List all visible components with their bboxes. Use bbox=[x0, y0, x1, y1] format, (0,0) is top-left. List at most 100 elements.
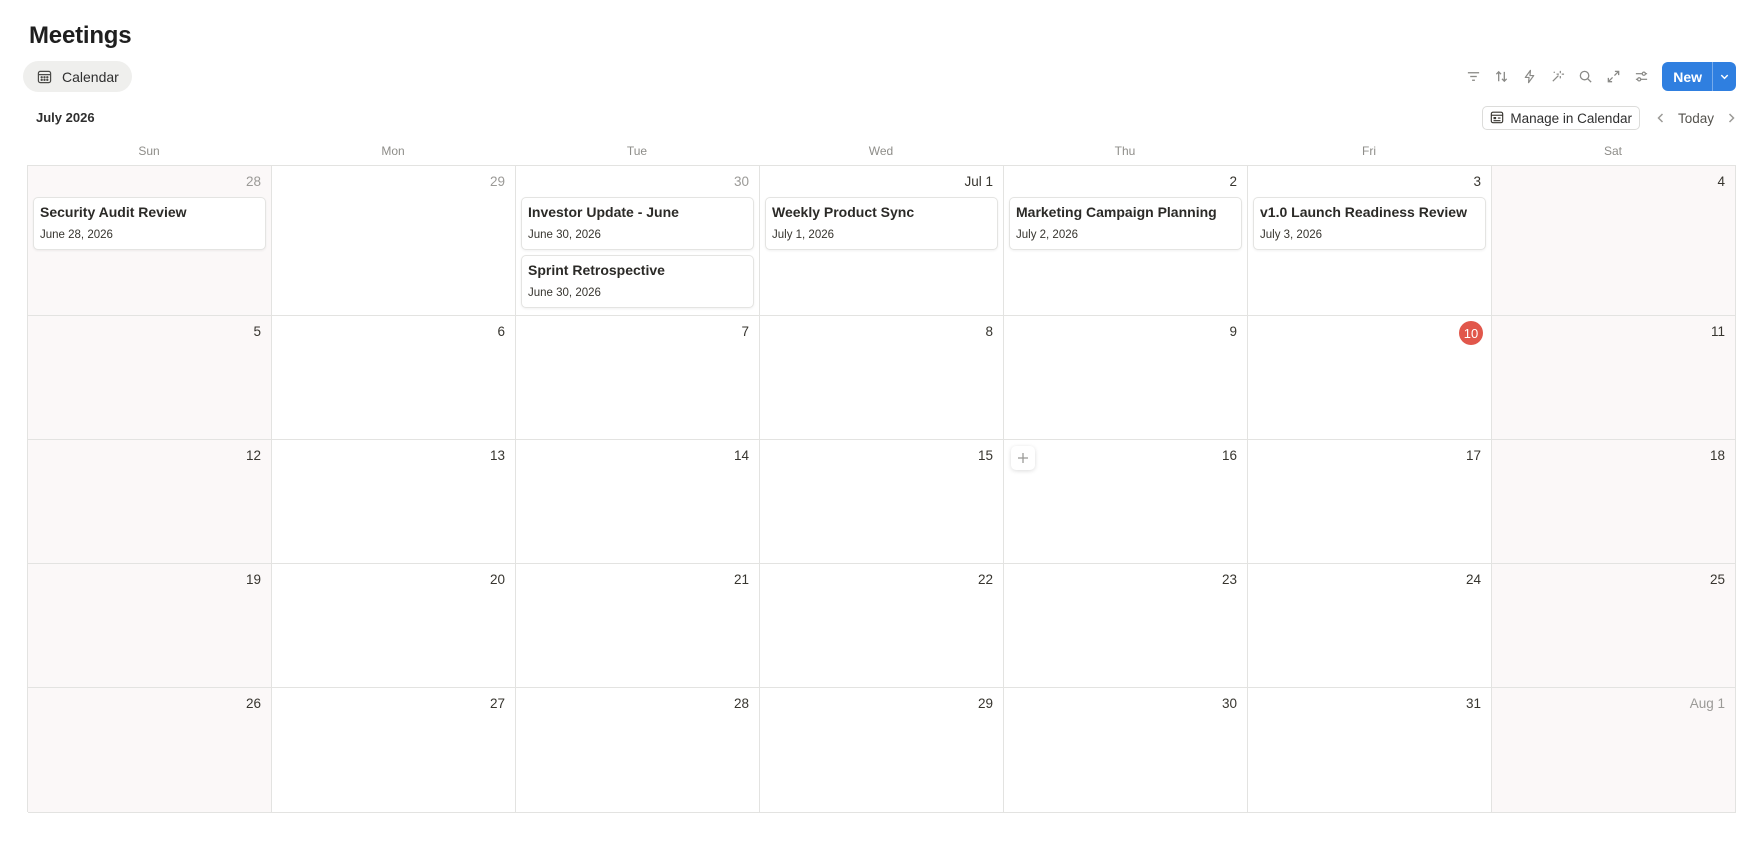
today-button[interactable]: Today bbox=[1672, 111, 1720, 126]
day-number: 23 bbox=[1221, 572, 1237, 587]
day-cell[interactable]: 29 bbox=[760, 688, 1004, 813]
day-cell[interactable]: 19 bbox=[28, 564, 272, 688]
day-cell[interactable]: 18 bbox=[1492, 440, 1736, 564]
calendar-navigation: Manage in Calendar Today bbox=[1482, 106, 1742, 130]
day-number: Jul 1 bbox=[964, 174, 993, 189]
event-list: Security Audit Review June 28, 2026 bbox=[33, 197, 266, 250]
day-number: 27 bbox=[489, 696, 505, 711]
day-cell[interactable]: 17 bbox=[1248, 440, 1492, 564]
event-list: Investor Update - June June 30, 2026 Sprin… bbox=[521, 197, 754, 308]
day-cell[interactable]: 23 bbox=[1004, 564, 1248, 688]
day-cell[interactable]: 14 bbox=[516, 440, 760, 564]
event-date: June 28, 2026 bbox=[40, 229, 113, 241]
expand-icon[interactable] bbox=[1599, 63, 1627, 91]
event-title: Investor Update - June bbox=[528, 204, 679, 220]
day-number: 28 bbox=[733, 696, 749, 711]
manage-in-calendar-button[interactable]: Manage in Calendar bbox=[1482, 106, 1640, 130]
day-number: 14 bbox=[733, 448, 749, 463]
day-cell[interactable]: 12 bbox=[28, 440, 272, 564]
view-tab-calendar[interactable]: Calendar bbox=[23, 61, 132, 92]
event-list: Weekly Product Sync July 1, 2026 bbox=[765, 197, 998, 250]
page-title: Meetings bbox=[29, 22, 132, 49]
day-cell[interactable]: 20 bbox=[272, 564, 516, 688]
weekday-label: Thu bbox=[1114, 144, 1136, 158]
weekday-label: Sat bbox=[1603, 144, 1622, 158]
sort-icon[interactable] bbox=[1487, 63, 1515, 91]
day-cell[interactable]: 27 bbox=[272, 688, 516, 813]
day-cell[interactable]: 7 bbox=[516, 316, 760, 440]
weekday-label: Sun bbox=[138, 144, 160, 158]
day-cell[interactable]: 5 bbox=[28, 316, 272, 440]
day-cell[interactable]: 26 bbox=[28, 688, 272, 813]
day-cell[interactable]: 16 bbox=[1004, 440, 1248, 564]
day-number: 29 bbox=[977, 696, 993, 711]
event-card[interactable]: Security Audit Review June 28, 2026 bbox=[33, 197, 266, 250]
day-cell[interactable]: 6 bbox=[272, 316, 516, 440]
event-card[interactable]: Sprint Retrospective June 30, 2026 bbox=[521, 255, 754, 308]
month-label: July 2026 bbox=[36, 110, 95, 125]
day-cell[interactable]: 30 Investor Update - June June 30, 2026 Spr… bbox=[516, 166, 760, 316]
search-icon[interactable] bbox=[1571, 63, 1599, 91]
day-number: 18 bbox=[1709, 448, 1725, 463]
day-cell[interactable]: 15 bbox=[760, 440, 1004, 564]
day-cell[interactable]: 8 bbox=[760, 316, 1004, 440]
day-cell[interactable]: 3 v1.0 Launch Readiness Review July 3, 202… bbox=[1248, 166, 1492, 316]
calendar-icon bbox=[37, 69, 52, 84]
day-number: 6 bbox=[497, 324, 505, 339]
day-cell[interactable]: 22 bbox=[760, 564, 1004, 688]
day-cell[interactable]: 4 bbox=[1492, 166, 1736, 316]
day-cell[interactable]: Aug 1 bbox=[1492, 688, 1736, 813]
day-number: 13 bbox=[489, 448, 505, 463]
event-date: June 30, 2026 bbox=[528, 229, 601, 241]
day-cell[interactable]: 2 Marketing Campaign Planning July 2, 2026 bbox=[1004, 166, 1248, 316]
settings-icon[interactable] bbox=[1627, 63, 1655, 91]
calendar-grid: 28 Security Audit Review June 28, 2026 29 30… bbox=[27, 165, 1736, 813]
event-card[interactable]: Marketing Campaign Planning July 2, 2026 bbox=[1009, 197, 1242, 250]
add-event-button[interactable] bbox=[1011, 446, 1035, 470]
day-cell[interactable]: 21 bbox=[516, 564, 760, 688]
filter-icon[interactable] bbox=[1459, 63, 1487, 91]
event-card[interactable]: Weekly Product Sync July 1, 2026 bbox=[765, 197, 998, 250]
day-number: 20 bbox=[489, 572, 505, 587]
day-cell[interactable]: 10 bbox=[1248, 316, 1492, 440]
day-number: 3 bbox=[1473, 174, 1481, 189]
view-tab-label: Calendar bbox=[62, 68, 119, 85]
day-number: 7 bbox=[741, 324, 749, 339]
day-cell[interactable]: 28 Security Audit Review June 28, 2026 bbox=[28, 166, 272, 316]
day-cell[interactable]: 31 bbox=[1248, 688, 1492, 813]
ai-sparkle-icon[interactable] bbox=[1543, 63, 1571, 91]
day-cell[interactable]: 13 bbox=[272, 440, 516, 564]
calendar-app-icon bbox=[1490, 110, 1504, 127]
day-number: 30 bbox=[1221, 696, 1237, 711]
automation-icon[interactable] bbox=[1515, 63, 1543, 91]
day-cell[interactable]: 30 bbox=[1004, 688, 1248, 813]
day-number: 25 bbox=[1709, 572, 1725, 587]
chevron-right-icon[interactable] bbox=[1720, 106, 1742, 130]
day-cell[interactable]: 24 bbox=[1248, 564, 1492, 688]
event-card[interactable]: v1.0 Launch Readiness Review July 3, 2026 bbox=[1253, 197, 1486, 250]
weekday-label: Tue bbox=[626, 144, 648, 158]
new-button[interactable]: New bbox=[1662, 62, 1736, 91]
manage-in-calendar-label: Manage in Calendar bbox=[1510, 110, 1632, 126]
chevron-down-icon[interactable] bbox=[1712, 62, 1736, 91]
day-number: 26 bbox=[245, 696, 261, 711]
day-number: 11 bbox=[1710, 324, 1725, 339]
day-number: 19 bbox=[245, 572, 261, 587]
day-number: 9 bbox=[1229, 324, 1237, 339]
day-number: 31 bbox=[1465, 696, 1481, 711]
day-cell[interactable]: Jul 1 Weekly Product Sync July 1, 2026 bbox=[760, 166, 1004, 316]
day-cell[interactable]: 29 bbox=[272, 166, 516, 316]
day-cell[interactable]: 11 bbox=[1492, 316, 1736, 440]
weekday-label: Fri bbox=[1362, 144, 1376, 158]
day-number: 22 bbox=[977, 572, 993, 587]
day-number: Aug 1 bbox=[1689, 696, 1725, 711]
day-cell[interactable]: 25 bbox=[1492, 564, 1736, 688]
event-card[interactable]: Investor Update - June June 30, 2026 bbox=[521, 197, 754, 250]
chevron-left-icon[interactable] bbox=[1650, 106, 1672, 130]
day-number: 4 bbox=[1717, 174, 1725, 189]
today-date-badge: 10 bbox=[1459, 321, 1483, 345]
day-number: 28 bbox=[245, 174, 261, 189]
day-cell[interactable]: 28 bbox=[516, 688, 760, 813]
day-cell[interactable]: 9 bbox=[1004, 316, 1248, 440]
weekday-label: Mon bbox=[381, 144, 405, 158]
